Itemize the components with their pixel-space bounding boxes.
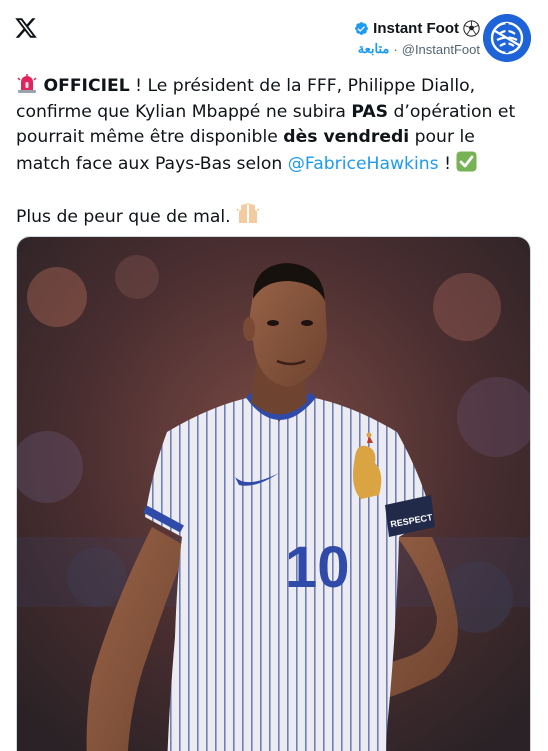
tweet-line-3: pourrait même être disponible dès vendre… — [16, 125, 536, 151]
line-2-bold: PAS — [351, 101, 389, 122]
tweet-header: Instant Foot متابعة · @InstantFoot — [0, 0, 548, 70]
tweet-line-4: match face aux Pays-Bas selon @FabriceHa… — [16, 151, 536, 178]
author-block: Instant Foot متابعة · @InstantFoot — [354, 18, 480, 57]
author-handle[interactable]: @InstantFoot — [402, 42, 480, 57]
player-eye-right — [301, 320, 313, 326]
player-ear — [243, 317, 255, 341]
line-2-text-before: confirme que Kylian Mbappé ne subira — [16, 101, 352, 122]
line-3-bold: dès vendredi — [283, 127, 410, 147]
tweet-line-spacer — [16, 177, 536, 203]
line-2-text-after: d’opération et — [388, 101, 516, 122]
tweet-line-2: confirme que Kylian Mbappé ne subira PAS… — [16, 100, 536, 126]
check-mark-button-icon — [456, 151, 477, 172]
tweet-line-1: OFFICIEL ! Le président de la FFF, Phili… — [16, 74, 536, 100]
line-3-text-before: pourrait même être disponible — [16, 127, 284, 147]
officiel-label: OFFICIEL — [43, 76, 130, 96]
line-5-text: Plus de peur que de mal. — [16, 206, 237, 227]
follow-button[interactable]: متابعة — [358, 41, 390, 57]
player-eye-left — [267, 320, 279, 326]
line-1-text: ! Le président de la FFF, Philippe Diall… — [129, 76, 476, 96]
mention-link[interactable]: @FabriceHawkins — [288, 154, 439, 174]
rotating-light-icon — [16, 74, 38, 94]
x-logo-icon[interactable] — [14, 16, 38, 40]
line-4-text-after: ! — [438, 153, 457, 174]
tweet-media-image[interactable]: RESPECT 10 — [16, 236, 531, 751]
meta-separator: · — [393, 41, 398, 57]
author-avatar[interactable] — [483, 14, 531, 62]
line-4-text-before: match face aux Pays-Bas selon — [16, 153, 288, 174]
verified-badge-icon — [354, 21, 369, 36]
author-name[interactable]: Instant Foot — [373, 20, 459, 37]
line-3-text-after: pour le — [409, 127, 475, 147]
soccer-ball-icon — [463, 19, 480, 37]
jersey-number: 10 — [285, 535, 350, 600]
raising-hands-icon — [236, 202, 260, 225]
tweet-line-5: Plus de peur que de mal. — [16, 202, 536, 231]
tweet-text: OFFICIEL ! Le président de la FFF, Phili… — [16, 74, 536, 230]
